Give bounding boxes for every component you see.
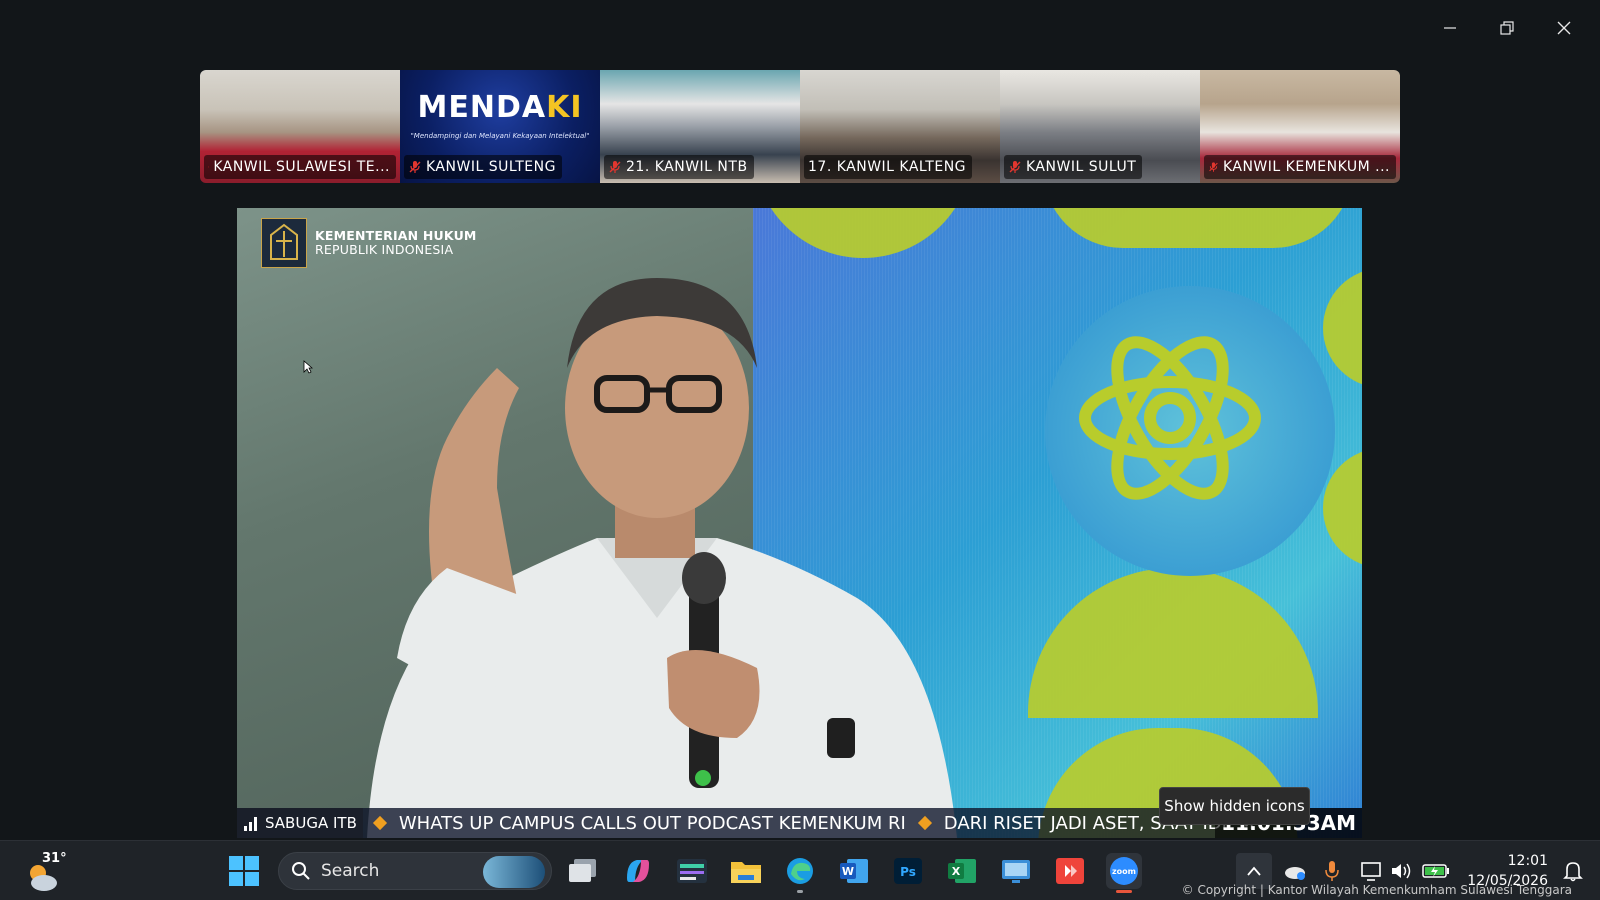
close-icon: [1557, 21, 1570, 35]
search-box[interactable]: Search: [278, 852, 552, 890]
copilot-icon: [627, 860, 649, 882]
search-icon: [292, 862, 310, 880]
participant-tile[interactable]: 21. KANWIL NTB: [600, 70, 800, 183]
mendaki-title: MENDAKI: [417, 90, 583, 125]
start-button[interactable]: [228, 855, 260, 887]
anydesk-icon: [1056, 858, 1084, 884]
taskbar-app-photoshop[interactable]: Ps: [890, 853, 926, 889]
decor-blob: [1043, 208, 1353, 248]
svg-text:W: W: [842, 865, 854, 878]
ticker-items: WHATS UP CAMPUS CALLS OUT PODCAST KEMENK…: [363, 813, 1254, 834]
mic-muted-icon: [1009, 161, 1021, 173]
minimize-button[interactable]: [1421, 10, 1478, 46]
taskbar-app-zoom[interactable]: zoom: [1106, 853, 1142, 893]
speaker-figure: [367, 278, 957, 838]
task-view-icon: [569, 859, 596, 882]
participant-name-label: KANWIL SULTENG: [404, 155, 562, 179]
svg-text:zoom: zoom: [1112, 867, 1136, 876]
volume-icon: [1392, 863, 1411, 879]
minimize-icon: [1443, 27, 1456, 29]
participant-strip: KANWIL SULAWESI TE... MENDAKI "Mendampin…: [200, 70, 1400, 183]
svg-text:X: X: [952, 865, 961, 878]
ticker-bullet-icon: [372, 815, 387, 831]
ministry-name: KEMENTERIAN HUKUM: [315, 228, 477, 243]
search-highlight-image: [483, 856, 545, 888]
participant-name-label: 21. KANWIL NTB: [604, 155, 754, 179]
main-speaker-video[interactable]: KEMENTERIAN HUKUM REPUBLIK INDONESIA SAB…: [237, 208, 1362, 838]
zoom-icon: zoom: [1110, 857, 1138, 885]
mendaki-subtitle: "Mendampingi dan Melayani Kekayaan Intel…: [410, 132, 590, 140]
folder-icon: [731, 862, 761, 883]
participant-name: 21. KANWIL NTB: [626, 159, 748, 175]
participant-name: KANWIL SULAWESI TE...: [213, 159, 390, 175]
meeting-app-icon: [677, 859, 707, 883]
taskbar-app-word[interactable]: W: [836, 853, 872, 889]
mouse-cursor-icon: [303, 360, 313, 374]
taskbar: 31° Search W Ps X zoom 12:01 12/05/2026 …: [0, 840, 1600, 900]
participant-tile[interactable]: MENDAKI "Mendampingi dan Melayani Kekaya…: [400, 70, 600, 183]
taskbar-app-teams[interactable]: [674, 853, 710, 889]
active-indicator: [1116, 890, 1132, 893]
running-indicator: [797, 890, 803, 893]
participant-name: KANWIL SULUT: [1026, 159, 1137, 175]
mic-muted-icon: [208, 166, 210, 168]
word-icon: W: [840, 859, 868, 883]
cloud-icon: [1285, 867, 1305, 880]
participant-tile[interactable]: KANWIL SULAWESI TE...: [200, 70, 400, 183]
excel-icon: X: [948, 859, 976, 883]
participant-name-label: KANWIL SULAWESI TE...: [204, 155, 396, 179]
search-label: Search: [321, 861, 380, 881]
restore-button[interactable]: [1478, 10, 1535, 46]
clock-time: 12:01: [1507, 853, 1548, 869]
taskbar-app-edge[interactable]: [782, 853, 818, 893]
participant-name: 17. KANWIL KALTENG: [808, 159, 967, 175]
participant-name-label: KANWIL SULUT: [1004, 155, 1143, 179]
mic-muted-icon: [609, 161, 621, 173]
ministry-emblem-icon: [261, 218, 307, 268]
atom-icon: [1079, 336, 1261, 500]
ticker-source: SABUGA ITB: [237, 808, 363, 838]
remote-desktop-icon: [1002, 860, 1030, 883]
hidden-icons-tooltip: Show hidden icons: [1159, 787, 1310, 825]
ticker-item: WHATS UP CAMPUS CALLS OUT PODCAST KEMENK…: [398, 812, 906, 834]
restore-icon: [1499, 21, 1514, 35]
ticker-bullet-icon: [917, 815, 932, 831]
network-icon: [1361, 862, 1381, 881]
ministry-subtitle: REPUBLIK INDONESIA: [315, 242, 454, 257]
ticker-source-label: SABUGA ITB: [265, 814, 357, 832]
participant-name: KANWIL SULTENG: [426, 159, 556, 175]
svg-text:Ps: Ps: [900, 865, 916, 879]
taskbar-app-file-explorer[interactable]: [728, 853, 764, 889]
decor-blob: [1028, 568, 1318, 718]
battery-charging-icon: [1422, 864, 1449, 878]
task-view-button[interactable]: [565, 853, 601, 889]
participant-tile[interactable]: KANWIL KEMENKUM ...: [1200, 70, 1400, 183]
weather-widget[interactable]: 31°: [22, 851, 67, 895]
mic-muted-icon: [1209, 162, 1218, 172]
taskbar-app-copilot[interactable]: [620, 853, 656, 889]
taskbar-app-anydesk[interactable]: [1052, 853, 1088, 889]
signal-icon: [244, 817, 257, 831]
weather-temperature: 31°: [42, 851, 67, 866]
chevron-up-icon: [1247, 866, 1261, 876]
copyright-watermark: © Copyright | Kantor Wilayah Kemenkumham…: [1181, 883, 1572, 897]
taskbar-app-excel[interactable]: X: [944, 853, 980, 889]
window-controls: [1421, 10, 1592, 46]
taskbar-app-remote-desktop[interactable]: [998, 853, 1034, 889]
participant-name-label: KANWIL KEMENKUM ...: [1204, 155, 1396, 179]
participant-tile[interactable]: KANWIL SULUT: [1000, 70, 1200, 183]
edge-icon: [787, 858, 813, 884]
ministry-logo: KEMENTERIAN HUKUM REPUBLIK INDONESIA: [261, 218, 477, 268]
participant-name-label: 17. KANWIL KALTENG: [804, 155, 973, 179]
decor-blob: [1323, 268, 1362, 388]
close-button[interactable]: [1535, 10, 1592, 46]
windows-icon: [229, 856, 259, 886]
microphone-icon: [1325, 861, 1339, 881]
photoshop-icon: Ps: [894, 858, 922, 884]
mic-muted-icon: [409, 161, 421, 173]
participant-tile[interactable]: 17. KANWIL KALTENG: [800, 70, 1000, 183]
participant-name: KANWIL KEMENKUM ...: [1222, 159, 1390, 175]
notification-bell-icon: [1563, 862, 1583, 882]
